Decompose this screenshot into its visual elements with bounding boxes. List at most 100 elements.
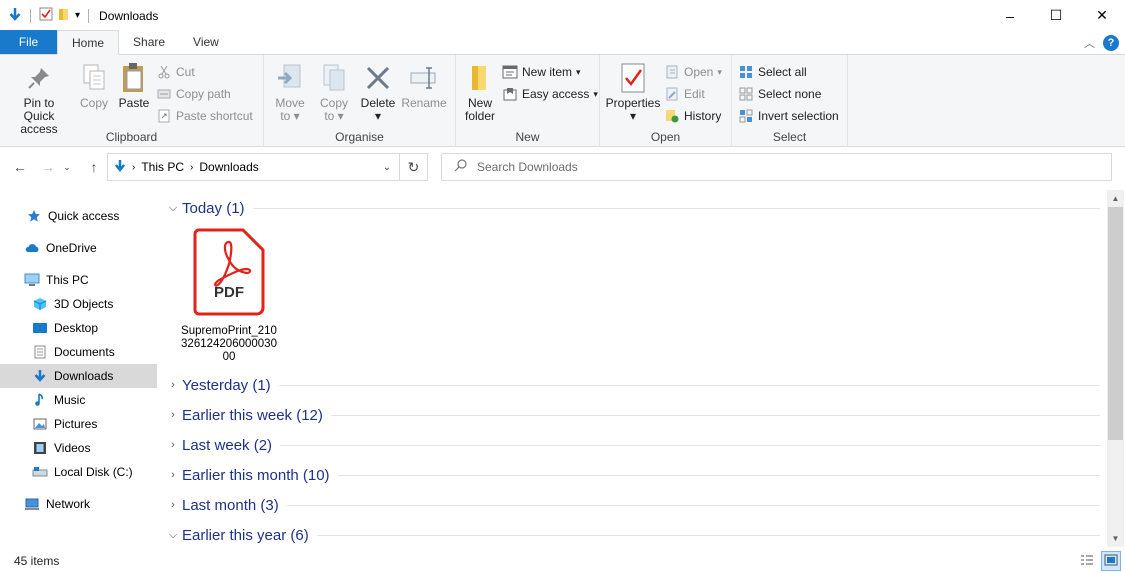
scroll-down-button[interactable]: ▼ <box>1107 530 1124 547</box>
chevron-right-icon: › <box>171 409 175 421</box>
new-item-button[interactable]: New item ▾ <box>502 63 598 81</box>
nav-item-onedrive[interactable]: OneDrive <box>0 236 157 260</box>
chevron-down-icon: ⌵ <box>168 528 178 541</box>
music-note-icon <box>32 392 48 408</box>
tab-view[interactable]: View <box>179 30 233 54</box>
nav-item-local-disk[interactable]: Local Disk (C:) <box>0 460 157 484</box>
easy-access-button[interactable]: Easy access ▾ <box>502 85 598 103</box>
back-button[interactable]: ← <box>8 155 32 179</box>
paste-shortcut-button[interactable]: Paste shortcut <box>156 107 253 125</box>
nav-item-documents[interactable]: Documents <box>0 340 157 364</box>
up-button[interactable]: ↑ <box>82 155 106 179</box>
nav-label: Pictures <box>54 417 98 431</box>
chevron-right-icon: › <box>171 439 175 451</box>
select-all-button[interactable]: Select all <box>738 63 839 81</box>
search-box[interactable]: Search Downloads <box>441 153 1112 181</box>
group-header-label: Yesterday (1) <box>182 376 271 394</box>
folder-icon[interactable] <box>57 7 71 24</box>
select-none-button[interactable]: Select none <box>738 85 839 103</box>
breadcrumb-this-pc[interactable]: This PC <box>141 160 184 174</box>
properties-icon <box>617 61 649 95</box>
nav-item-this-pc[interactable]: This PC <box>0 268 157 292</box>
chevron-right-icon: › <box>171 469 175 481</box>
recent-locations-button[interactable]: ⌄ <box>60 155 74 179</box>
nav-item-quick-access[interactable]: Quick access <box>0 204 157 228</box>
view-switcher <box>1077 551 1121 571</box>
close-button[interactable]: ✕ <box>1079 0 1125 31</box>
chevron-right-icon: › <box>171 499 175 511</box>
properties-dropdown-icon[interactable]: ▾ <box>630 110 636 123</box>
nav-label: Downloads <box>54 369 114 383</box>
properties-check-icon[interactable] <box>39 7 53 24</box>
item-count: 45 items <box>14 554 60 568</box>
refresh-icon: ↻ <box>407 158 420 175</box>
paste-label: Paste <box>118 96 150 110</box>
tab-share[interactable]: Share <box>119 30 179 54</box>
group-header-last-month[interactable]: › Last month (3) <box>166 494 1100 516</box>
easy-access-dropdown-icon: ▾ <box>593 88 598 99</box>
collapse-ribbon-icon[interactable]: ︿ <box>1084 35 1095 51</box>
forward-button[interactable]: → <box>36 155 60 179</box>
edit-button[interactable]: Edit <box>664 85 722 103</box>
large-icons-view-icon <box>1104 554 1118 569</box>
address-dropdown-button[interactable]: ⌄ <box>375 154 399 180</box>
tab-file[interactable]: File <box>0 30 57 54</box>
group-header-last-week[interactable]: › Last week (2) <box>166 434 1100 456</box>
select-group-label: Select <box>772 130 807 144</box>
help-icon[interactable]: ? <box>1103 35 1119 51</box>
copy-path-label: Copy path <box>176 87 231 101</box>
vertical-scrollbar[interactable]: ▲ ▼ <box>1107 190 1124 547</box>
address-bar[interactable]: › This PC › Downloads ⌄ ↻ <box>107 153 428 181</box>
edit-icon <box>664 86 680 102</box>
group-divider <box>330 414 1100 416</box>
open-button[interactable]: Open ▾ <box>664 63 722 81</box>
group-header-earlier-this-month[interactable]: › Earlier this month (10) <box>166 464 1100 486</box>
organise-group: Move to ▾ Copy to ▾ Delete ▾ Rename Orga… <box>264 55 456 147</box>
move-to-icon <box>274 61 306 95</box>
group-header-today[interactable]: ⌵ Today (1) <box>166 197 1100 219</box>
desktop-icon <box>32 320 48 336</box>
easy-access-label: Easy access <box>522 87 590 101</box>
large-icons-view-button[interactable] <box>1101 551 1121 571</box>
download-arrow-icon <box>32 368 48 384</box>
history-button[interactable]: History <box>664 107 722 125</box>
star-icon <box>26 208 42 224</box>
details-view-icon <box>1080 554 1094 569</box>
move-to-label-2: to ▾ <box>280 109 300 123</box>
copy-to-label-2-text: to <box>324 109 335 123</box>
nav-label: OneDrive <box>46 241 97 255</box>
file-list: ⌵ Today (1) PDF SupremoPrint_21032612420… <box>160 190 1106 545</box>
minimize-button[interactable]: – <box>987 0 1033 31</box>
nav-label: This PC <box>46 273 89 287</box>
file-item[interactable]: PDF SupremoPrint_21032612420600003000 <box>180 228 278 364</box>
nav-item-pictures[interactable]: Pictures <box>0 412 157 436</box>
cut-label: Cut <box>176 65 195 79</box>
group-header-earlier-this-week[interactable]: › Earlier this week (12) <box>166 404 1100 426</box>
refresh-button[interactable]: ↻ <box>399 154 427 180</box>
details-view-button[interactable] <box>1077 551 1097 571</box>
customize-dropdown-icon[interactable]: ▾ <box>75 10 80 21</box>
maximize-button[interactable]: ☐ <box>1033 0 1079 31</box>
group-header-earlier-this-year[interactable]: ⌵ Earlier this year (6) <box>166 524 1100 545</box>
breadcrumb: › This PC › Downloads <box>108 159 375 176</box>
breadcrumb-downloads[interactable]: Downloads <box>199 160 258 174</box>
pdf-icon-label: PDF <box>214 284 244 301</box>
nav-item-3d-objects[interactable]: 3D Objects <box>0 292 157 316</box>
nav-item-music[interactable]: Music <box>0 388 157 412</box>
nav-item-network[interactable]: Network <box>0 492 157 516</box>
down-arrow-icon[interactable] <box>8 7 22 24</box>
tab-home[interactable]: Home <box>57 30 120 55</box>
delete-dropdown-icon[interactable]: ▾ <box>375 110 381 123</box>
copy-path-button[interactable]: Copy path <box>156 85 253 103</box>
group-header-yesterday[interactable]: › Yesterday (1) <box>166 374 1100 396</box>
cut-button[interactable]: Cut <box>156 63 253 81</box>
nav-item-videos[interactable]: Videos <box>0 436 157 460</box>
scrollbar-thumb[interactable] <box>1108 207 1123 440</box>
nav-item-downloads[interactable]: Downloads <box>0 364 157 388</box>
scroll-up-button[interactable]: ▲ <box>1107 190 1124 207</box>
nav-item-desktop[interactable]: Desktop <box>0 316 157 340</box>
group-header-label: Last week (2) <box>182 436 273 454</box>
new-folder-icon <box>464 61 496 95</box>
invert-selection-button[interactable]: Invert selection <box>738 107 839 125</box>
nav-label: Documents <box>54 345 115 359</box>
